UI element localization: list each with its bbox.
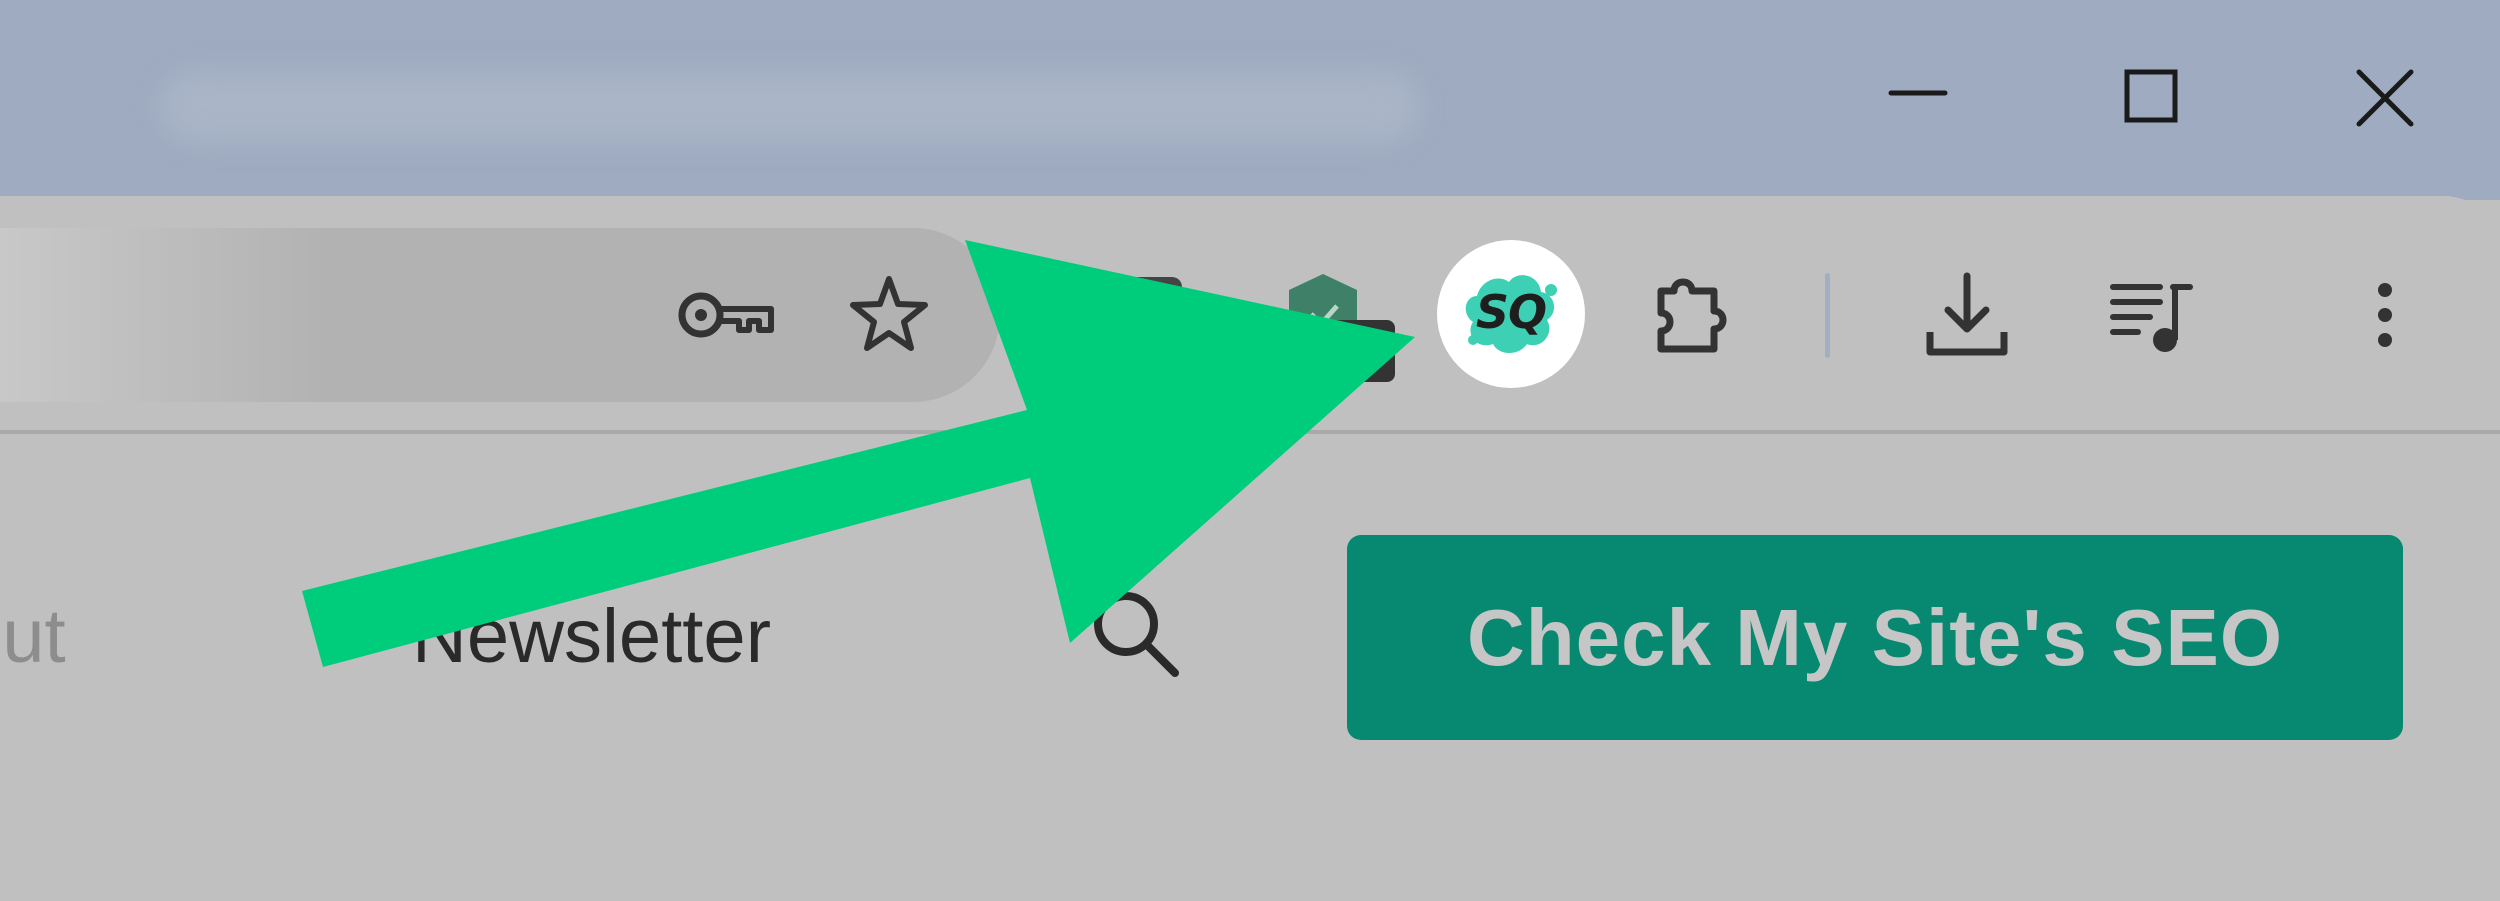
extension-dark-icon [1110, 272, 1190, 362]
blurred-tab-strip [160, 72, 1420, 142]
close-window-button[interactable] [2340, 55, 2430, 145]
address-bar-fade [0, 228, 330, 402]
search-button[interactable] [1087, 585, 1187, 685]
nav-about-link[interactable]: out [0, 592, 66, 682]
minimize-icon [1873, 90, 1963, 149]
shield-extension-button[interactable] [1285, 270, 1400, 390]
maximize-button[interactable] [2106, 55, 2196, 145]
toolbar-divider [0, 430, 2500, 434]
shield-extension-icon [1285, 270, 1400, 390]
bookmark-star-button[interactable] [847, 272, 931, 356]
sq-extension-button[interactable]: SQ [1437, 240, 1585, 388]
nav-newsletter-link[interactable]: Newsletter [412, 592, 771, 682]
toolbar-separator [1825, 273, 1830, 358]
check-seo-button[interactable]: Check My Site's SEO [1347, 535, 2403, 740]
media-queue-icon [2110, 278, 2196, 358]
maximize-icon [2106, 69, 2196, 149]
download-icon [1924, 270, 2010, 362]
more-vert-icon [2360, 282, 2410, 348]
minimize-button[interactable] [1873, 55, 1963, 145]
search-icon [1087, 585, 1187, 685]
media-queue-button[interactable] [2110, 278, 2196, 358]
downloads-button[interactable] [1924, 270, 2010, 362]
extension-dark-button[interactable] [1110, 272, 1190, 362]
star-icon [847, 272, 931, 356]
extensions-puzzle-button[interactable] [1652, 275, 1742, 360]
sq-extension-label: SQ [1475, 285, 1547, 339]
puzzle-icon [1652, 275, 1742, 360]
close-icon [2340, 69, 2430, 149]
more-menu-button[interactable] [2360, 282, 2410, 348]
password-key-button[interactable] [675, 280, 775, 350]
key-icon [675, 280, 775, 350]
